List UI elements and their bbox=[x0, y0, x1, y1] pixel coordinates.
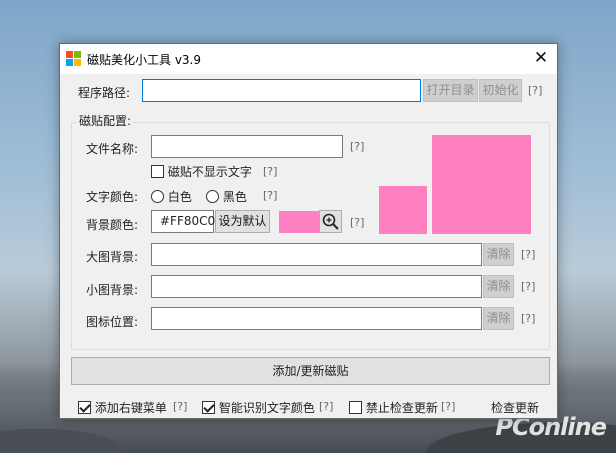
radio-white-icon bbox=[151, 190, 164, 203]
disable-update-check-icon bbox=[349, 401, 362, 414]
disable-update-checkbox[interactable]: 禁止检查更新 bbox=[349, 399, 438, 416]
large-tile-preview bbox=[432, 135, 531, 234]
smart-color-check-icon bbox=[202, 401, 215, 414]
check-update-link[interactable]: 检查更新 bbox=[491, 399, 539, 416]
icon-pos-clear-button[interactable]: 清除 bbox=[483, 307, 514, 330]
text-color-black-radio[interactable]: 黑色 bbox=[206, 188, 247, 205]
hide-text-checkbox[interactable]: 磁贴不显示文字 bbox=[151, 163, 252, 180]
hide-text-label: 磁贴不显示文字 bbox=[167, 165, 252, 179]
bg-color-help[interactable]: [?] bbox=[350, 216, 364, 229]
small-bg-help[interactable]: [?] bbox=[521, 280, 535, 293]
large-bg-clear-button[interactable]: 清除 bbox=[483, 243, 514, 266]
windows-logo-icon bbox=[66, 51, 81, 66]
hide-text-check-icon bbox=[151, 165, 164, 178]
text-color-white-radio[interactable]: 白色 bbox=[151, 188, 192, 205]
title-bar: 磁贴美化小工具 v3.9 ✕ bbox=[60, 44, 557, 74]
small-bg-input[interactable] bbox=[151, 275, 482, 298]
text-color-label: 文字颜色: bbox=[86, 190, 139, 204]
initialize-button[interactable]: 初始化 bbox=[479, 79, 522, 102]
large-bg-label: 大图背景: bbox=[86, 250, 139, 264]
icon-pos-label: 图标位置: bbox=[86, 315, 139, 329]
text-color-help[interactable]: [?] bbox=[263, 189, 277, 202]
icon-pos-input[interactable] bbox=[151, 307, 482, 330]
icon-pos-help[interactable]: [?] bbox=[521, 312, 535, 325]
status-bar: 添加右键菜单 [?] 智能识别文字颜色 [?] 禁止检查更新 [?] 检查更新 bbox=[60, 394, 557, 419]
context-menu-check-icon bbox=[78, 401, 91, 414]
program-path-help[interactable]: [?] bbox=[528, 84, 542, 97]
radio-black-icon bbox=[206, 190, 219, 203]
magnifier-plus-icon[interactable] bbox=[319, 210, 342, 233]
set-default-button[interactable]: 设为默认 bbox=[215, 210, 270, 233]
window-title: 磁贴美化小工具 v3.9 bbox=[87, 53, 202, 67]
file-name-label: 文件名称: bbox=[86, 142, 139, 156]
app-window: 磁贴美化小工具 v3.9 ✕ 程序路径: 打开目录 初始化 [?] 磁贴配置: … bbox=[59, 43, 558, 419]
large-bg-input[interactable] bbox=[151, 243, 482, 266]
smart-color-help[interactable]: [?] bbox=[319, 400, 333, 413]
disable-update-label: 禁止检查更新 bbox=[365, 401, 438, 415]
context-menu-checkbox[interactable]: 添加右键菜单 bbox=[78, 399, 167, 416]
file-name-input[interactable] bbox=[151, 135, 343, 158]
bg-color-swatch[interactable] bbox=[279, 211, 319, 233]
tile-config-group-label: 磁贴配置: bbox=[77, 112, 134, 129]
small-bg-clear-button[interactable]: 清除 bbox=[483, 275, 514, 298]
context-menu-label: 添加右键菜单 bbox=[94, 401, 167, 415]
bg-color-input[interactable]: #FF80C0 bbox=[151, 210, 216, 233]
hide-text-help[interactable]: [?] bbox=[263, 165, 277, 178]
close-icon[interactable]: ✕ bbox=[525, 44, 557, 73]
small-tile-preview bbox=[379, 186, 427, 234]
small-bg-label: 小图背景: bbox=[86, 283, 139, 297]
file-name-help[interactable]: [?] bbox=[350, 140, 364, 153]
context-menu-help[interactable]: [?] bbox=[173, 400, 187, 413]
smart-color-checkbox[interactable]: 智能识别文字颜色 bbox=[202, 399, 315, 416]
disable-update-help[interactable]: [?] bbox=[441, 400, 455, 413]
large-bg-help[interactable]: [?] bbox=[521, 248, 535, 261]
bg-color-label: 背景颜色: bbox=[86, 218, 139, 232]
bg-color-value: #FF80C0 bbox=[160, 214, 216, 228]
open-directory-button[interactable]: 打开目录 bbox=[423, 79, 478, 102]
program-path-input[interactable] bbox=[142, 79, 421, 102]
text-color-black-label: 黑色 bbox=[222, 190, 247, 204]
add-update-tile-button[interactable]: 添加/更新磁贴 bbox=[71, 357, 550, 385]
text-color-white-label: 白色 bbox=[167, 190, 192, 204]
program-path-label: 程序路径: bbox=[78, 86, 131, 100]
smart-color-label: 智能识别文字颜色 bbox=[218, 401, 315, 415]
